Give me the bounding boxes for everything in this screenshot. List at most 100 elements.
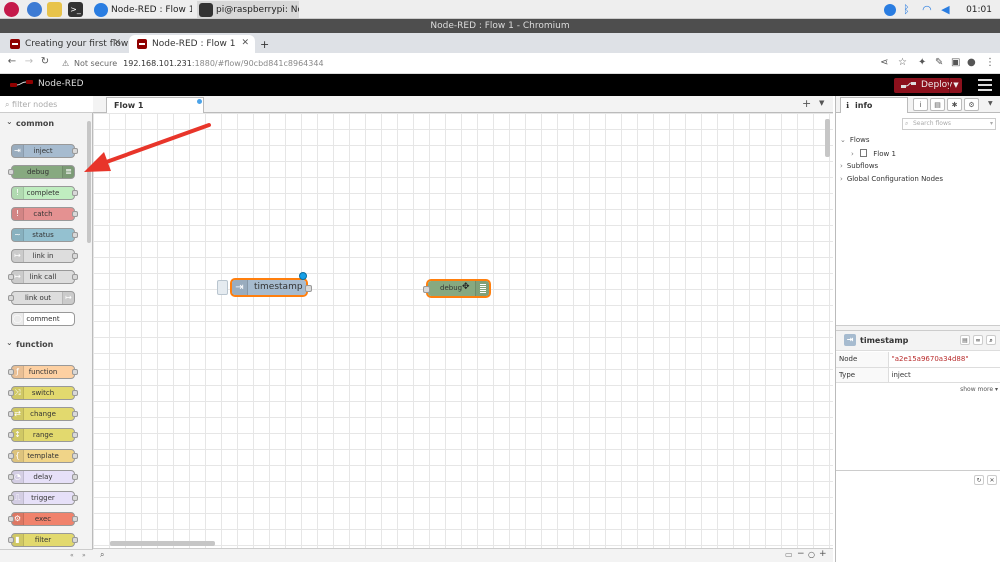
web-browser-icon[interactable]: [27, 2, 42, 17]
browser-menu-icon[interactable]: ⋮: [985, 57, 995, 68]
output-port: [72, 274, 78, 280]
help-book-icon[interactable]: ▤: [930, 98, 945, 111]
flow-node-debug[interactable]: debug ✥: [423, 279, 491, 298]
palette-node-exec[interactable]: ⚙ exec: [8, 512, 78, 526]
config-gear-icon[interactable]: ⚙: [964, 98, 979, 111]
workspace-vertical-scrollbar[interactable]: [825, 119, 830, 157]
refresh-icon[interactable]: ↻: [974, 475, 984, 485]
inject-node-icon: ⇥: [844, 334, 856, 346]
wifi-icon[interactable]: ◠: [922, 3, 934, 16]
collapse-all-icon[interactable]: «: [70, 552, 74, 559]
deploy-options-caret[interactable]: ▼: [949, 78, 962, 93]
palette-node-delay[interactable]: ◔ delay: [8, 470, 78, 484]
show-more-link[interactable]: show more ▾: [960, 386, 998, 393]
palette-node-link-out[interactable]: ↦ link out: [8, 291, 75, 305]
zoom-reset-icon[interactable]: ○: [808, 550, 815, 559]
workspace-horizontal-scrollbar[interactable]: [110, 541, 215, 546]
input-port: [8, 537, 14, 543]
side-panel-icon[interactable]: ▣: [951, 57, 960, 68]
warning-icon[interactable]: ⚠: [62, 55, 69, 72]
clock[interactable]: 01:01: [966, 5, 992, 15]
browser-tab-node-red[interactable]: Node-RED : Flow 1 ✕: [129, 35, 255, 53]
debug-toggle-icon[interactable]: [475, 281, 489, 296]
input-port: [8, 474, 14, 480]
palette-node-inject[interactable]: ⇥ inject: [11, 144, 78, 158]
close-tab-icon[interactable]: ✕: [241, 38, 249, 48]
raspberry-menu-icon[interactable]: [4, 2, 19, 17]
palette-node-range[interactable]: ↕ range: [8, 428, 78, 442]
file-manager-icon[interactable]: [47, 2, 62, 17]
reload-icon[interactable]: ↻: [38, 56, 52, 67]
palette-filter-input[interactable]: ⌕ filter nodes: [0, 96, 93, 113]
share-icon[interactable]: ⋖: [880, 57, 888, 68]
flow-list-caret-icon[interactable]: ▼: [819, 99, 824, 107]
palette-node-label: catch: [33, 210, 53, 218]
palette-node-status[interactable]: ~ status: [11, 228, 78, 242]
expand-all-icon[interactable]: »: [82, 552, 86, 559]
tree-item-flow-1[interactable]: › Flow 1: [851, 149, 896, 158]
close-icon[interactable]: ✕: [987, 475, 997, 485]
url-input[interactable]: ⚠ Not secure 192.168.101.231:1880/#flow/9…: [62, 55, 870, 72]
new-tab-button[interactable]: +: [256, 35, 276, 53]
palette-category-function[interactable]: function: [0, 336, 86, 352]
zoom-out-icon[interactable]: −: [797, 549, 805, 559]
info-tab-icon[interactable]: i: [913, 98, 928, 111]
link-icon[interactable]: ∞: [973, 335, 983, 345]
help-book-icon[interactable]: ▤: [960, 335, 970, 345]
flow-node-timestamp[interactable]: ⇥ timestamp: [217, 272, 312, 297]
back-icon[interactable]: ←: [5, 56, 19, 67]
debug-bug-icon[interactable]: ✱: [947, 98, 962, 111]
palette-node-label: link out: [24, 294, 52, 302]
palette-node-trigger[interactable]: ⎍ trigger: [8, 491, 78, 505]
extension-icon[interactable]: ✎: [935, 57, 943, 68]
palette-node-filter[interactable]: ▮ filter: [8, 533, 78, 547]
taskbar-item-terminal[interactable]: pi@raspberrypi: Nod...: [197, 1, 299, 18]
browser-tab-tutorial[interactable]: Creating your first flow ✕: [2, 35, 128, 53]
deploy-button[interactable]: Deploy ▼: [894, 78, 962, 93]
output-port: [72, 369, 78, 375]
volume-icon[interactable]: ◀: [941, 3, 953, 16]
sidebar-menu-caret-icon[interactable]: ▼: [988, 100, 993, 107]
palette-node-function[interactable]: ƒ function: [8, 365, 78, 379]
update-icon[interactable]: [884, 3, 897, 16]
taskbar-item-chromium[interactable]: Node-RED : Flow 1 - ...: [92, 1, 192, 18]
palette-node-template[interactable]: {template: [8, 449, 78, 463]
add-flow-icon[interactable]: +: [802, 97, 811, 110]
tab-flow-1[interactable]: Flow 1: [106, 97, 204, 113]
input-port[interactable]: [423, 286, 430, 293]
search-icon[interactable]: ⌕: [986, 335, 996, 345]
profile-icon[interactable]: ●: [967, 57, 976, 68]
palette-node-complete[interactable]: ! complete: [11, 186, 78, 200]
not-secure-label[interactable]: Not secure: [74, 59, 117, 68]
zoom-in-icon[interactable]: +: [819, 549, 827, 559]
tree-item-global-config[interactable]: › Global Configuration Nodes: [840, 175, 943, 183]
palette-node-catch[interactable]: ! catch: [11, 207, 78, 221]
forward-icon[interactable]: →: [22, 56, 36, 67]
output-port: [72, 495, 78, 501]
palette-node-comment[interactable]: ◯ comment: [11, 312, 75, 326]
palette-category-common[interactable]: common: [0, 115, 86, 131]
navigator-icon[interactable]: ▭: [785, 550, 793, 559]
palette-node-switch[interactable]: ⤨ switch: [8, 386, 78, 400]
tree-item-subflows[interactable]: › Subflows: [840, 162, 878, 170]
close-tab-icon[interactable]: ✕: [113, 38, 121, 48]
palette-node-debug[interactable]: ≣ debug: [8, 165, 75, 179]
palette-node-change[interactable]: ⇄ change: [8, 407, 78, 421]
tab-info[interactable]: ℹ info: [840, 97, 908, 113]
bluetooth-icon[interactable]: ᛒ: [903, 3, 915, 16]
search-icon[interactable]: ⌕: [100, 550, 104, 560]
search-flows-input[interactable]: ⌕ Search flows ▾: [902, 118, 996, 130]
output-port[interactable]: [305, 285, 312, 292]
palette-node-link-call[interactable]: ↦ link call: [8, 270, 78, 284]
search-options-caret-icon[interactable]: ▾: [990, 119, 993, 129]
debug-icon: ≣: [62, 166, 74, 178]
terminal-icon[interactable]: >_: [68, 2, 83, 17]
extensions-icon[interactable]: ✦: [918, 57, 926, 68]
inject-button[interactable]: [217, 280, 228, 295]
input-port: [8, 453, 14, 459]
main-menu-icon[interactable]: [978, 79, 992, 91]
palette-node-link-in[interactable]: ↦ link in: [11, 249, 78, 263]
node-red-favicon: [10, 39, 20, 49]
tree-item-flows[interactable]: ⌄ Flows: [840, 136, 870, 144]
bookmark-star-icon[interactable]: ☆: [898, 57, 907, 68]
